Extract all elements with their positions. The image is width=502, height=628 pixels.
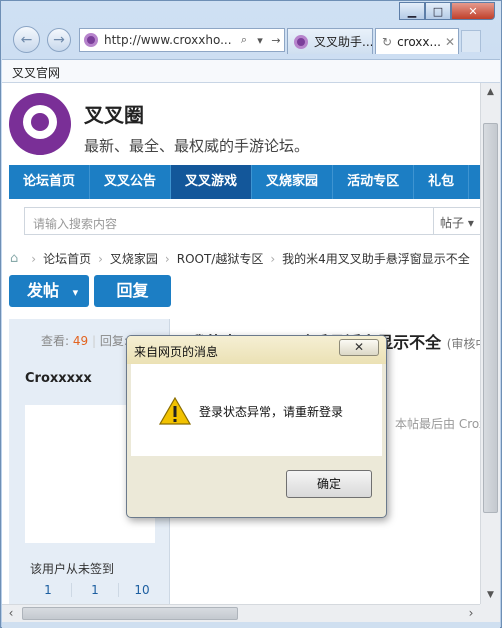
dialog-body: 登录状态异常，请重新登录 xyxy=(131,364,382,456)
search-input[interactable]: 请输入搜索内容 帖子 ▾ xyxy=(24,207,480,235)
tab-label: 叉叉助手... xyxy=(314,35,373,49)
address-bar[interactable]: http://www.croxxho... ⌕ ▾ → xyxy=(79,28,285,52)
nav-item-gifts[interactable]: 礼包 xyxy=(414,165,470,199)
scroll-down-icon[interactable]: ▼ xyxy=(481,586,500,604)
dialog-close-button[interactable]: ✕ xyxy=(339,339,379,356)
dialog-message: 登录状态异常，请重新登录 xyxy=(199,405,344,419)
search-placeholder: 请输入搜索内容 xyxy=(33,217,118,231)
chevron-down-icon: ▾ xyxy=(467,216,474,230)
dropdown-arrow-icon[interactable]: ▾ xyxy=(252,34,268,47)
review-badge: (审核中) xyxy=(446,337,480,351)
post-button[interactable]: 发帖 ▾ xyxy=(9,275,89,307)
scroll-left-icon[interactable]: ‹ xyxy=(2,605,20,622)
vertical-scrollbar[interactable]: ▲ ▼ xyxy=(480,83,500,604)
back-arrow-icon: ← xyxy=(20,31,33,48)
tab-favicon-icon xyxy=(294,34,308,49)
maximize-button[interactable]: □ xyxy=(425,2,451,20)
breadcrumb-item[interactable]: 叉烧家园 xyxy=(110,250,158,267)
home-icon[interactable]: ⌂ xyxy=(10,251,18,266)
tab-label: croxx... xyxy=(397,34,441,49)
status-bar xyxy=(2,622,500,628)
views-count: 49 xyxy=(72,334,89,348)
breadcrumb-item[interactable]: ROOT/越狱专区 xyxy=(177,250,264,267)
main-nav: 论坛首页 叉叉公告 叉叉游戏 叉烧家园 活动专区 礼包 xyxy=(9,165,480,199)
refresh-icon[interactable]: → xyxy=(268,34,284,47)
close-tab-icon[interactable]: ✕ xyxy=(445,35,455,49)
forward-arrow-icon: → xyxy=(53,32,65,48)
scroll-thumb[interactable] xyxy=(483,123,498,513)
user-count[interactable]: 1 xyxy=(25,583,72,597)
horizontal-scrollbar[interactable]: ‹ › xyxy=(2,604,480,622)
scroll-thumb[interactable] xyxy=(22,607,238,620)
user-count[interactable]: 10 xyxy=(119,583,165,597)
window-controls: ▁ □ ✕ xyxy=(399,2,495,20)
navigation-bar: ← → http://www.croxxho... ⌕ ▾ → 叉叉助手... … xyxy=(1,23,501,57)
browser-window: ▁ □ ✕ ← → http://www.croxxho... ⌕ ▾ → 叉叉… xyxy=(0,0,502,628)
favorites-bar: 叉叉官网 xyxy=(2,59,500,83)
alert-dialog: 来自网页的消息 ✕ 登录状态异常，请重新登录 确定 xyxy=(126,335,387,518)
reply-button[interactable]: 回复 xyxy=(94,275,171,307)
search-scope-select[interactable]: 帖子 ▾ xyxy=(433,208,480,234)
site-slogan: 最新、最全、最权威的手游论坛。 xyxy=(84,137,310,155)
search-icon[interactable]: ⌕ xyxy=(236,33,252,47)
site-name: 叉叉圈 xyxy=(84,103,144,127)
close-icon: ✕ xyxy=(353,340,365,354)
warning-icon xyxy=(159,397,191,425)
nav-item-home-garden[interactable]: 叉烧家园 xyxy=(252,165,334,199)
nav-item-notice[interactable]: 叉叉公告 xyxy=(90,165,172,199)
minimize-button[interactable]: ▁ xyxy=(399,2,425,20)
scroll-right-icon[interactable]: › xyxy=(462,605,480,622)
nav-item-events[interactable]: 活动专区 xyxy=(333,165,415,199)
back-button[interactable]: ← xyxy=(13,26,40,53)
new-tab-button[interactable] xyxy=(461,30,481,52)
close-window-button[interactable]: ✕ xyxy=(451,2,495,20)
tab-active[interactable]: ↻ croxx... ✕ xyxy=(375,28,459,54)
favorite-link[interactable]: 叉叉官网 xyxy=(12,66,60,80)
thread-stats: 查看: 49 | 回复: xyxy=(41,334,128,348)
user-counts: 1 1 10 xyxy=(25,583,165,597)
breadcrumb-item[interactable]: 论坛首页 xyxy=(43,250,91,267)
breadcrumb: ⌂ › 论坛首页 › 叉烧家园 › ROOT/越狱专区 › 我的米4用叉叉助手悬… xyxy=(10,250,470,267)
site-favicon-icon xyxy=(84,33,98,47)
nav-item-games[interactable]: 叉叉游戏 xyxy=(171,165,253,199)
loading-icon: ↻ xyxy=(382,34,393,49)
forward-button[interactable]: → xyxy=(47,28,71,52)
nav-item-home[interactable]: 论坛首页 xyxy=(9,165,91,199)
breadcrumb-item: 我的米4用叉叉助手悬浮窗显示不全 xyxy=(282,252,470,266)
address-text: http://www.croxxho... xyxy=(104,33,232,47)
ok-button[interactable]: 确定 xyxy=(286,470,372,498)
user-count[interactable]: 1 xyxy=(72,583,119,597)
chevron-down-icon: ▾ xyxy=(72,286,79,299)
dialog-title: 来自网页的消息 xyxy=(134,345,219,359)
scroll-up-icon[interactable]: ▲ xyxy=(481,83,500,101)
sign-status: 该用户从未签到 xyxy=(30,562,115,576)
site-logo[interactable] xyxy=(9,93,71,155)
tab-forum[interactable]: 叉叉助手... xyxy=(287,28,373,54)
dialog-titlebar: 来自网页的消息 ✕ xyxy=(127,336,386,364)
last-edit-note: 本帖最后由 Croxxxxx xyxy=(395,417,480,431)
author-name[interactable]: Croxxxxx xyxy=(25,371,92,386)
